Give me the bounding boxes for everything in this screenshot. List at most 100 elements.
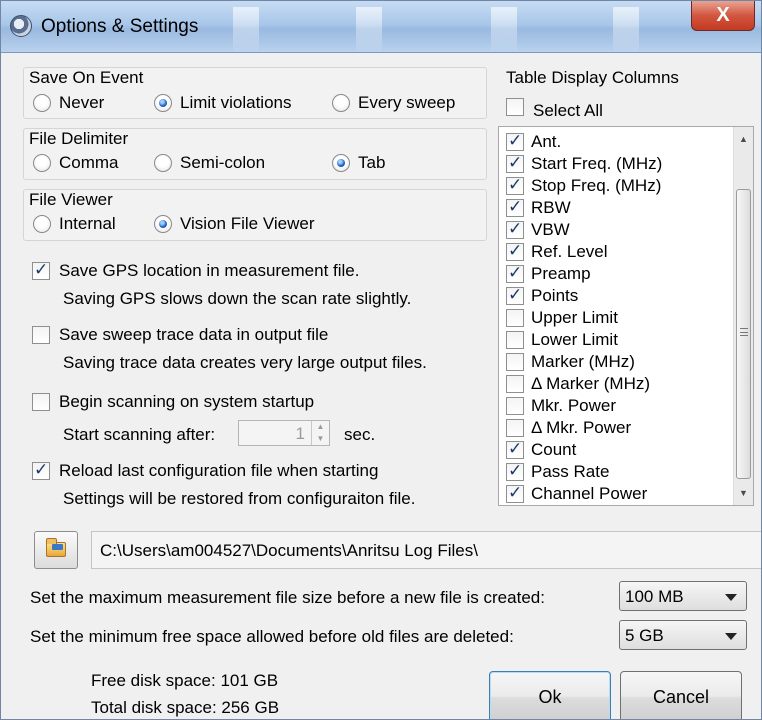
column-label[interactable]: Preamp — [531, 264, 591, 284]
reload-config-checkbox[interactable] — [32, 460, 50, 480]
begin-scanning-label[interactable]: Begin scanning on system startup — [59, 392, 314, 412]
save-trace-checkbox[interactable] — [32, 326, 50, 344]
column-checkbox[interactable] — [506, 197, 524, 217]
select-all-label[interactable]: Select All — [533, 101, 603, 121]
radio-internal[interactable] — [33, 215, 51, 233]
column-list-item[interactable]: Upper Limit — [499, 307, 729, 329]
column-label[interactable]: Upper Limit — [531, 308, 618, 328]
listbox-scrollbar[interactable]: ▲ ▼ — [733, 127, 753, 505]
column-checkbox[interactable] — [506, 461, 524, 481]
close-button[interactable]: X — [691, 1, 755, 31]
column-list-item[interactable]: Pass Rate — [499, 461, 729, 483]
column-list-item[interactable]: Count — [499, 439, 729, 461]
column-label[interactable]: Pass Rate — [531, 462, 609, 482]
column-checkbox[interactable] — [506, 153, 524, 173]
column-checkbox[interactable] — [506, 309, 524, 327]
column-list-item[interactable]: RBW — [499, 197, 729, 219]
chevron-down-icon[interactable] — [725, 594, 737, 601]
radio-comma-label[interactable]: Comma — [59, 153, 119, 173]
scroll-up-icon[interactable]: ▲ — [734, 129, 753, 149]
browse-folder-button[interactable] — [34, 531, 78, 569]
options-settings-dialog: Options & Settings X Save On Event Never… — [0, 0, 762, 720]
column-list-item[interactable]: Channel Power — [499, 483, 729, 505]
radio-limit-violations[interactable] — [154, 94, 172, 112]
column-checkbox[interactable] — [506, 439, 524, 459]
column-checkbox[interactable] — [506, 131, 524, 151]
column-list-item[interactable]: Start Freq. (MHz) — [499, 153, 729, 175]
radio-semicolon-label[interactable]: Semi-colon — [180, 153, 265, 173]
column-checkbox[interactable] — [506, 397, 524, 415]
radio-every-sweep-label[interactable]: Every sweep — [358, 93, 455, 113]
save-gps-label[interactable]: Save GPS location in measurement file. — [59, 261, 359, 281]
column-label[interactable]: Marker (MHz) — [531, 352, 635, 372]
radio-vision-file-viewer[interactable] — [154, 215, 172, 233]
radio-tab-label[interactable]: Tab — [358, 153, 385, 173]
column-label[interactable]: Lower Limit — [531, 330, 618, 350]
radio-vision-file-viewer-label[interactable]: Vision File Viewer — [180, 214, 315, 234]
radio-limit-violations-label[interactable]: Limit violations — [180, 93, 292, 113]
spinner-up-icon[interactable]: ▲ — [312, 421, 329, 433]
cancel-button[interactable]: Cancel — [620, 671, 742, 719]
min-free-space-value[interactable]: 5 GB — [625, 626, 664, 646]
gear-icon — [10, 15, 32, 37]
column-label[interactable]: Start Freq. (MHz) — [531, 154, 662, 174]
radio-never-label[interactable]: Never — [59, 93, 104, 113]
column-label[interactable]: Stop Freq. (MHz) — [531, 176, 661, 196]
radio-never[interactable] — [33, 94, 51, 112]
radio-semicolon[interactable] — [154, 154, 172, 172]
column-checkbox[interactable] — [506, 241, 524, 261]
log-path-field[interactable]: C:\Users\am004527\Documents\Anritsu Log … — [91, 531, 761, 569]
column-label[interactable]: Count — [531, 440, 576, 460]
column-label[interactable]: RBW — [531, 198, 571, 218]
radio-tab[interactable] — [332, 154, 350, 172]
column-label[interactable]: Mkr. Power — [531, 396, 616, 416]
column-checkbox[interactable] — [506, 331, 524, 349]
column-list-item[interactable]: Δ Marker (MHz) — [499, 373, 729, 395]
column-checkbox[interactable] — [506, 419, 524, 437]
column-checkbox[interactable] — [506, 483, 524, 503]
column-list-item[interactable]: Preamp — [499, 263, 729, 285]
column-label[interactable]: Ant. — [531, 132, 561, 152]
column-checkbox[interactable] — [506, 285, 524, 305]
spinner-buttons[interactable]: ▲ ▼ — [311, 421, 329, 445]
ok-button[interactable]: Ok — [489, 671, 611, 719]
column-label[interactable]: Points — [531, 286, 578, 306]
column-checkbox[interactable] — [506, 175, 524, 195]
column-checkbox[interactable] — [506, 353, 524, 371]
column-list-item[interactable]: Δ Mkr. Power — [499, 417, 729, 439]
column-label[interactable]: Δ Mkr. Power — [531, 418, 631, 438]
save-trace-label[interactable]: Save sweep trace data in output file — [59, 325, 328, 345]
start-after-spinner[interactable]: 1 ▲ ▼ — [238, 420, 330, 446]
column-list-item[interactable]: Mkr. Power — [499, 395, 729, 417]
radio-internal-label[interactable]: Internal — [59, 214, 116, 234]
start-after-value[interactable]: 1 — [296, 424, 305, 444]
radio-every-sweep[interactable] — [332, 94, 350, 112]
scroll-thumb[interactable] — [736, 189, 751, 479]
column-list-item[interactable]: Points — [499, 285, 729, 307]
max-file-size-dropdown[interactable]: 100 MB — [619, 581, 747, 611]
scroll-down-icon[interactable]: ▼ — [734, 483, 753, 503]
column-list-item[interactable]: Marker (MHz) — [499, 351, 729, 373]
save-gps-checkbox[interactable] — [32, 260, 50, 280]
min-free-space-dropdown[interactable]: 5 GB — [619, 620, 747, 650]
column-list-item[interactable]: Lower Limit — [499, 329, 729, 351]
column-list-item[interactable]: Ant. — [499, 131, 729, 153]
column-checkbox[interactable] — [506, 375, 524, 393]
spinner-down-icon[interactable]: ▼ — [312, 433, 329, 445]
column-label[interactable]: Ref. Level — [531, 242, 608, 262]
select-all-checkbox[interactable] — [506, 98, 524, 116]
column-label[interactable]: Δ Marker (MHz) — [531, 374, 650, 394]
column-list-item[interactable]: Stop Freq. (MHz) — [499, 175, 729, 197]
begin-scanning-checkbox[interactable] — [32, 393, 50, 411]
max-file-size-value[interactable]: 100 MB — [625, 587, 684, 607]
chevron-down-icon[interactable] — [725, 633, 737, 640]
column-checkbox[interactable] — [506, 219, 524, 239]
reload-config-label[interactable]: Reload last configuration file when star… — [59, 461, 378, 481]
column-list-item[interactable]: Ref. Level — [499, 241, 729, 263]
column-list-item[interactable]: VBW — [499, 219, 729, 241]
column-checkbox[interactable] — [506, 263, 524, 283]
radio-comma[interactable] — [33, 154, 51, 172]
columns-listbox[interactable]: Ant.Start Freq. (MHz)Stop Freq. (MHz)RBW… — [498, 126, 754, 506]
column-label[interactable]: VBW — [531, 220, 570, 240]
column-label[interactable]: Channel Power — [531, 484, 647, 504]
